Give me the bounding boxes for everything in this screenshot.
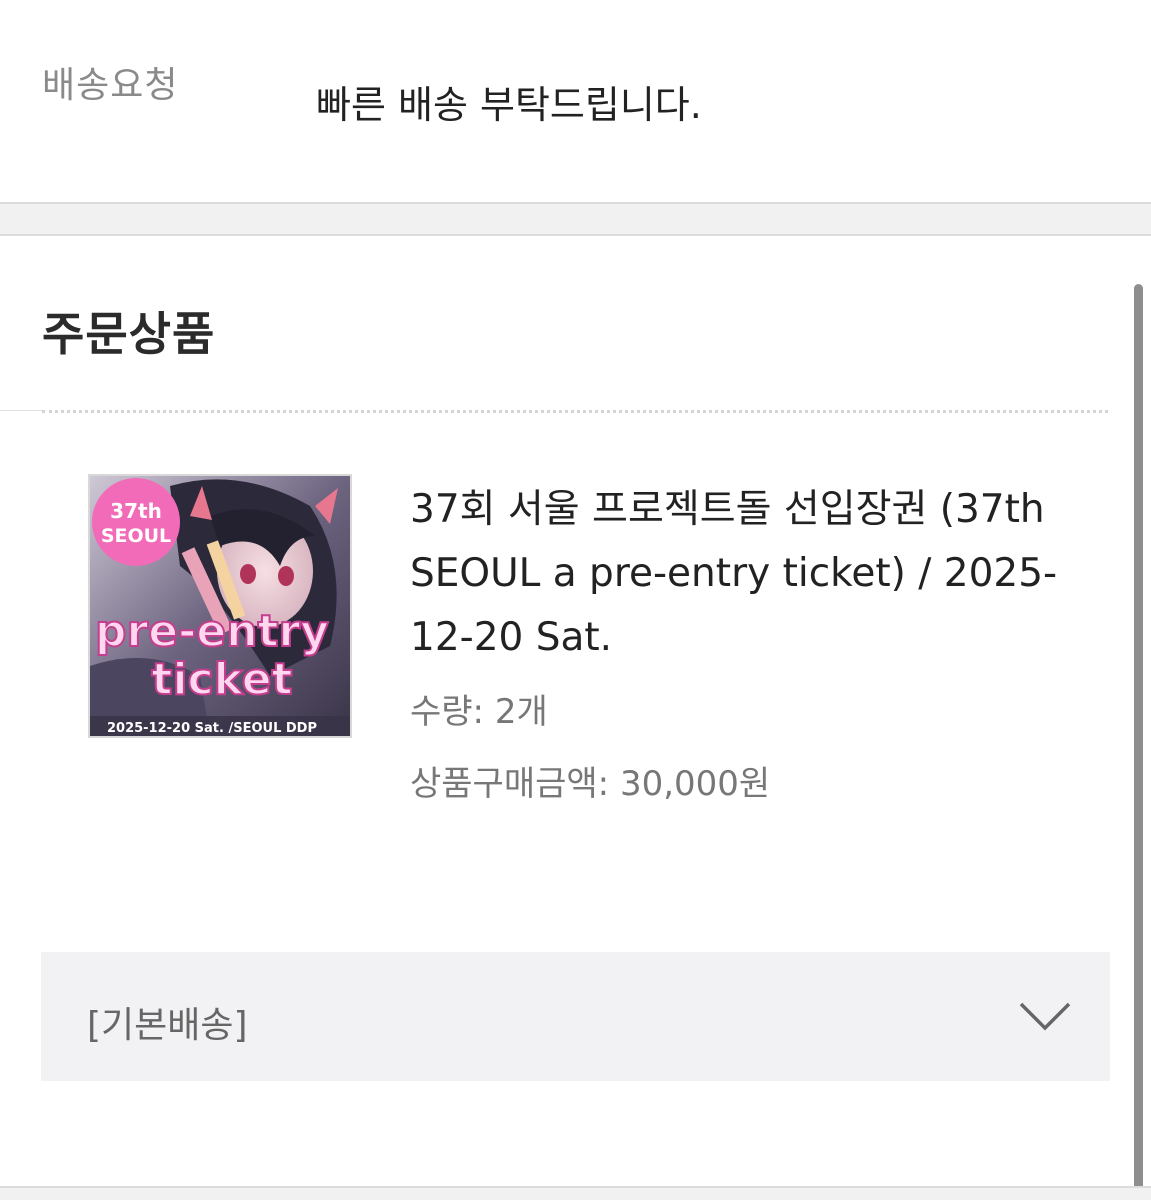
delivery-request-row: 배송요청 빠른 배송 부탁드립니다. <box>0 0 1151 202</box>
shipping-method-label: [기본배송] <box>87 1005 248 1046</box>
product-name-link[interactable]: 37회 서울 프로젝트돌 선입장권 (37th SEOUL a pre-entr… <box>410 478 1090 670</box>
product-quantity: 수량: 2개 <box>410 692 548 732</box>
product-thumbnail[interactable]: 37th SEOUL pre-entry ticket 2025-12-20 S… <box>88 474 352 738</box>
chevron-down-icon[interactable] <box>1017 998 1073 1034</box>
dotted-divider <box>42 410 1108 413</box>
delivery-request-value: 빠른 배송 부탁드립니다. <box>316 83 702 127</box>
badge-line1: 37th <box>110 499 162 523</box>
product-price: 상품구매금액: 30,000원 <box>410 764 771 804</box>
section-title: 주문상품 <box>42 307 216 361</box>
shipping-method-row[interactable]: [기본배송] <box>41 952 1110 1081</box>
thumbnail-overlay: 37th SEOUL pre-entry ticket 2025-12-20 S… <box>90 478 350 736</box>
scrollbar[interactable] <box>1134 284 1143 1200</box>
bottom-divider <box>0 1186 1151 1200</box>
badge-line2: SEOUL <box>101 525 171 547</box>
thumb-footer: 2025-12-20 Sat. /SEOUL DDP <box>107 721 317 736</box>
divider <box>0 410 42 411</box>
thumb-text-line2: ticket <box>151 654 292 705</box>
section-divider <box>0 202 1151 236</box>
delivery-request-label: 배송요청 <box>42 65 179 106</box>
order-items-section: 주문상품 37th SEOUL pre-entry ticket 2025-12… <box>0 236 1151 1200</box>
thumb-text-line1: pre-entry <box>95 606 329 657</box>
